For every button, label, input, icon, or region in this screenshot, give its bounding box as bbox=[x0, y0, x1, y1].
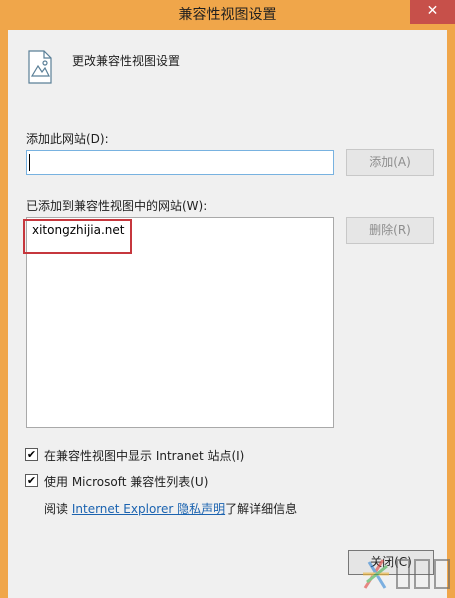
add-button[interactable]: 添加(A) bbox=[346, 149, 434, 176]
privacy-link[interactable]: Internet Explorer 隐私声明 bbox=[72, 502, 225, 516]
info-prefix: 阅读 bbox=[44, 502, 69, 516]
remove-button[interactable]: 删除(R) bbox=[346, 217, 434, 244]
close-icon: ✕ bbox=[426, 3, 439, 19]
text-caret bbox=[29, 154, 30, 171]
add-site-input[interactable] bbox=[26, 150, 334, 175]
privacy-info: 阅读 Internet Explorer 隐私声明了解详细信息 bbox=[44, 500, 297, 517]
document-icon bbox=[28, 50, 52, 84]
watermark-logo bbox=[363, 559, 450, 589]
intranet-checkbox[interactable]: ✔ bbox=[25, 448, 38, 461]
ms-list-label: 使用 Microsoft 兼容性列表(U) bbox=[44, 475, 209, 489]
window-close-button[interactable]: ✕ bbox=[410, 0, 455, 24]
dialog-body: 更改兼容性视图设置 添加此网站(D): 添加(A) 已添加到兼容性视图中的网站(… bbox=[8, 30, 447, 598]
header-text: 更改兼容性视图设置 bbox=[72, 54, 181, 68]
title-bar[interactable]: 兼容性视图设置 ✕ bbox=[0, 0, 455, 30]
sites-list-label: 已添加到兼容性视图中的网站(W): bbox=[26, 199, 208, 213]
intranet-label: 在兼容性视图中显示 Intranet 站点(I) bbox=[44, 449, 245, 463]
add-site-label: 添加此网站(D): bbox=[26, 132, 109, 146]
highlight-box bbox=[23, 219, 132, 254]
ms-list-checkbox[interactable]: ✔ bbox=[25, 474, 38, 487]
compat-view-dialog: 兼容性视图设置 ✕ 更改兼容性视图设置 添加此网站(D): 添加(A) 已添加到… bbox=[0, 0, 455, 598]
window-title: 兼容性视图设置 bbox=[178, 7, 277, 23]
info-suffix: 了解详细信息 bbox=[225, 502, 298, 516]
